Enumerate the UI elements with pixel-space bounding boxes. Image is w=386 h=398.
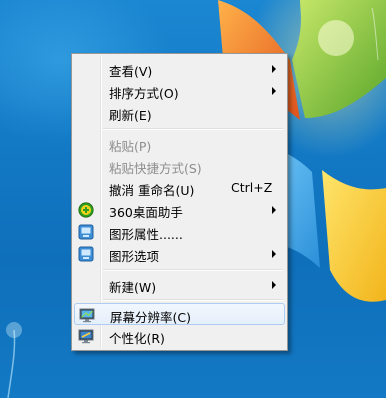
submenu-arrow-icon	[272, 206, 276, 214]
menu-item-label: 屏幕分辨率(C)	[110, 310, 191, 325]
submenu-arrow-icon	[272, 281, 276, 289]
submenu-arrow-icon	[272, 87, 276, 95]
menu-item-label: 粘贴(P)	[109, 139, 152, 154]
submenu-arrow-icon	[272, 250, 276, 258]
menu-separator	[103, 269, 283, 271]
submenu-arrow-icon	[272, 65, 276, 73]
menu-item-new[interactable]: 新建(W)	[74, 274, 285, 296]
menu-item-label: 查看(V)	[109, 64, 153, 79]
menu-separator	[103, 128, 283, 130]
menu-item-label: 图形选项	[109, 249, 160, 264]
desktop-context-menu: 查看(V) 排序方式(O) 刷新(E) 粘贴(P) 粘贴快捷方式(S) 撤消 重…	[71, 53, 288, 351]
menu-separator	[103, 299, 283, 301]
graphics-properties-icon	[78, 224, 94, 240]
menu-item-sort-by[interactable]: 排序方式(O)	[74, 80, 285, 102]
menu-item-graphics-options[interactable]: 图形选项	[74, 243, 285, 265]
menu-item-label: 图形属性......	[109, 227, 183, 242]
360-assistant-icon	[78, 202, 94, 218]
menu-item-label: 新建(W)	[109, 280, 157, 295]
menu-item-refresh[interactable]: 刷新(E)	[74, 102, 285, 124]
menu-item-screen-resolution[interactable]: 屏幕分辨率(C)	[74, 303, 285, 325]
menu-item-graphics-properties[interactable]: 图形属性......	[74, 221, 285, 243]
menu-item-shortcut: Ctrl+Z	[231, 180, 273, 195]
menu-item-label: 排序方式(O)	[109, 86, 179, 101]
menu-item-label: 粘贴快捷方式(S)	[109, 161, 202, 176]
graphics-options-icon	[78, 246, 94, 262]
menu-item-label: 个性化(R)	[109, 331, 165, 346]
menu-item-view[interactable]: 查看(V)	[74, 58, 285, 80]
screen-resolution-icon	[79, 308, 95, 323]
menu-item-label: 刷新(E)	[109, 108, 152, 123]
menu-item-label: 撤消 重命名(U)	[109, 183, 195, 198]
menu-item-360-assistant[interactable]: 360桌面助手	[74, 199, 285, 221]
menu-item-personalize[interactable]: 个性化(R)	[74, 325, 285, 347]
menu-item-undo-rename[interactable]: 撤消 重命名(U) Ctrl+Z	[74, 177, 285, 199]
menu-item-paste-shortcut: 粘贴快捷方式(S)	[74, 155, 285, 177]
menu-item-paste: 粘贴(P)	[74, 133, 285, 155]
personalize-icon	[78, 329, 94, 344]
menu-item-label: 360桌面助手	[109, 205, 183, 220]
